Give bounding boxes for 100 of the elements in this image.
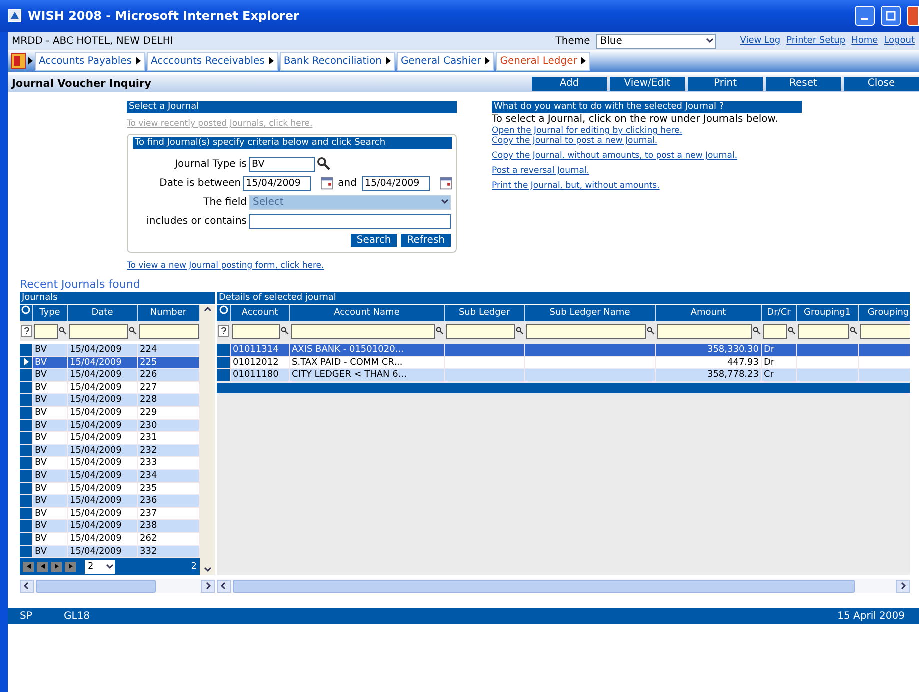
search-icon[interactable] — [647, 327, 655, 335]
column-header[interactable]: Account — [231, 305, 290, 321]
maximize-button[interactable] — [881, 6, 901, 26]
filter-field[interactable] — [232, 324, 280, 338]
column-header[interactable]: Sub Ledger Name — [525, 305, 656, 321]
table-row[interactable]: BV 15/04/2009 233 — [20, 457, 200, 470]
theme-select[interactable]: Blue — [596, 34, 716, 48]
contains-field[interactable] — [249, 214, 451, 228]
table-row[interactable]: 01011314 AXIS BANK - 01501020... 358,330.30 Dr — [217, 344, 910, 357]
filter-field[interactable] — [34, 324, 58, 338]
table-row[interactable]: BV 15/04/2009 262 — [20, 532, 200, 546]
page-select[interactable]: 2 — [85, 560, 115, 574]
filter-field[interactable] — [657, 324, 752, 338]
header-link[interactable]: View Log — [740, 36, 781, 46]
filter-field[interactable] — [446, 324, 515, 338]
horizontal-scrollbar[interactable] — [217, 579, 910, 593]
close-button[interactable] — [907, 6, 919, 26]
pager-button[interactable] — [23, 562, 34, 572]
table-row[interactable]: BV 15/04/2009 226 — [20, 369, 200, 382]
form-button[interactable]: Search — [350, 232, 398, 248]
table-row[interactable]: BV 15/04/2009 238 — [20, 520, 200, 533]
table-row[interactable]: 01011180 CITY LEDGER < THAN 6... 358,778.23 Cr — [217, 369, 910, 382]
filter-field[interactable] — [139, 324, 199, 338]
column-header[interactable]: Sub Ledger — [445, 305, 525, 321]
table-row[interactable]: BV 15/04/2009 234 — [20, 470, 200, 483]
scroll-right-button[interactable] — [201, 580, 215, 593]
help-icon[interactable] — [218, 325, 229, 337]
table-row[interactable]: 01012012 S.TAX PAID - COMM CR... 447.93 Dr — [217, 356, 910, 370]
new-journal-link[interactable]: To view a new Journal posting form, click here. — [127, 261, 457, 271]
column-header[interactable]: Account Name — [290, 305, 445, 321]
module-tab[interactable]: Accounts Payables — [35, 52, 146, 70]
date-field[interactable]: 15/04/2009 — [362, 176, 430, 190]
horizontal-scrollbar[interactable] — [20, 579, 215, 594]
toolbar-button[interactable]: Print — [688, 76, 763, 90]
column-header[interactable]: Grouping — [859, 305, 910, 321]
filter-field[interactable] — [526, 324, 646, 338]
search-icon[interactable] — [317, 157, 331, 171]
column-header[interactable]: Dr/Cr — [762, 305, 797, 321]
column-header[interactable]: Grouping1 — [797, 305, 859, 321]
scroll-left-button[interactable] — [20, 580, 34, 593]
table-row[interactable]: BV 15/04/2009 231 — [20, 432, 200, 445]
table-row[interactable]: BV 15/04/2009 225 — [20, 356, 200, 370]
search-icon[interactable] — [436, 327, 444, 335]
search-icon[interactable] — [788, 327, 796, 335]
module-tab[interactable]: Acccounts Receivables — [147, 52, 278, 70]
help-icon[interactable] — [21, 325, 32, 337]
header-link[interactable]: Home — [852, 36, 878, 46]
scroll-thumb[interactable] — [233, 580, 855, 592]
column-header[interactable]: Number — [138, 305, 200, 321]
filter-field[interactable] — [860, 324, 910, 338]
action-link[interactable]: Open the Journal for editing by clicking here. — [492, 126, 802, 136]
search-icon[interactable] — [59, 327, 67, 335]
pager-button[interactable] — [51, 562, 62, 572]
journal-type-field[interactable]: BV — [249, 156, 315, 172]
action-link[interactable]: Copy the Journal to post a new Journal. — [492, 136, 802, 146]
table-row[interactable]: BV 15/04/2009 224 — [20, 344, 200, 357]
minimize-button[interactable] — [855, 6, 875, 26]
table-row[interactable]: BV 15/04/2009 235 — [20, 482, 200, 496]
scroll-left-button[interactable] — [217, 580, 231, 592]
filter-field[interactable] — [69, 324, 128, 338]
toolbar-button[interactable]: Add — [532, 76, 607, 90]
module-tab[interactable]: General Ledger — [496, 52, 590, 70]
table-row[interactable]: BV 15/04/2009 227 — [20, 382, 200, 394]
module-tab[interactable]: Bank Reconciliation — [280, 52, 395, 70]
vertical-scrollbar[interactable] — [200, 305, 215, 576]
toolbar-button[interactable]: Close — [844, 76, 919, 90]
action-link[interactable]: Copy the Journal, without amounts, to post a new Journal. — [492, 151, 802, 161]
table-row[interactable]: BV 15/04/2009 332 — [20, 546, 200, 558]
table-row[interactable]: BV 15/04/2009 228 — [20, 394, 200, 407]
column-header[interactable]: Type — [33, 305, 68, 321]
column-header[interactable]: Amount — [656, 305, 762, 321]
table-row[interactable]: BV 15/04/2009 230 — [20, 420, 200, 432]
action-link[interactable]: Print the Journal, but, without amounts. — [492, 181, 802, 191]
calendar-icon[interactable] — [320, 176, 334, 190]
search-icon[interactable] — [850, 327, 858, 335]
app-icon[interactable] — [11, 53, 26, 69]
pager-button[interactable] — [37, 562, 48, 572]
scroll-thumb[interactable] — [36, 580, 156, 593]
action-link[interactable]: Post a reversal Journal. — [492, 166, 802, 176]
search-icon[interactable] — [129, 327, 137, 335]
scroll-right-button[interactable] — [896, 580, 910, 592]
filter-field[interactable] — [291, 324, 435, 338]
toolbar-button[interactable]: View/Edit — [610, 76, 685, 90]
form-button[interactable]: Refresh — [400, 232, 452, 248]
search-icon[interactable] — [516, 327, 524, 335]
filter-field[interactable] — [763, 324, 787, 338]
module-tab[interactable]: General Cashier — [396, 52, 494, 70]
table-row[interactable]: BV 15/04/2009 229 — [20, 406, 200, 420]
toolbar-button[interactable]: Reset — [766, 76, 841, 90]
table-row[interactable]: BV 15/04/2009 237 — [20, 508, 200, 520]
column-header[interactable]: Date — [68, 305, 138, 321]
pager-button[interactable] — [65, 562, 76, 572]
header-link[interactable]: Printer Setup — [786, 36, 846, 46]
table-row[interactable]: BV 15/04/2009 232 — [20, 444, 200, 458]
header-link[interactable]: Logout — [884, 36, 915, 46]
search-icon[interactable] — [753, 327, 761, 335]
date-field[interactable]: 15/04/2009 — [243, 176, 312, 190]
calendar-icon[interactable] — [440, 176, 452, 190]
table-row[interactable]: BV 15/04/2009 236 — [20, 495, 200, 508]
search-icon[interactable] — [281, 327, 289, 335]
